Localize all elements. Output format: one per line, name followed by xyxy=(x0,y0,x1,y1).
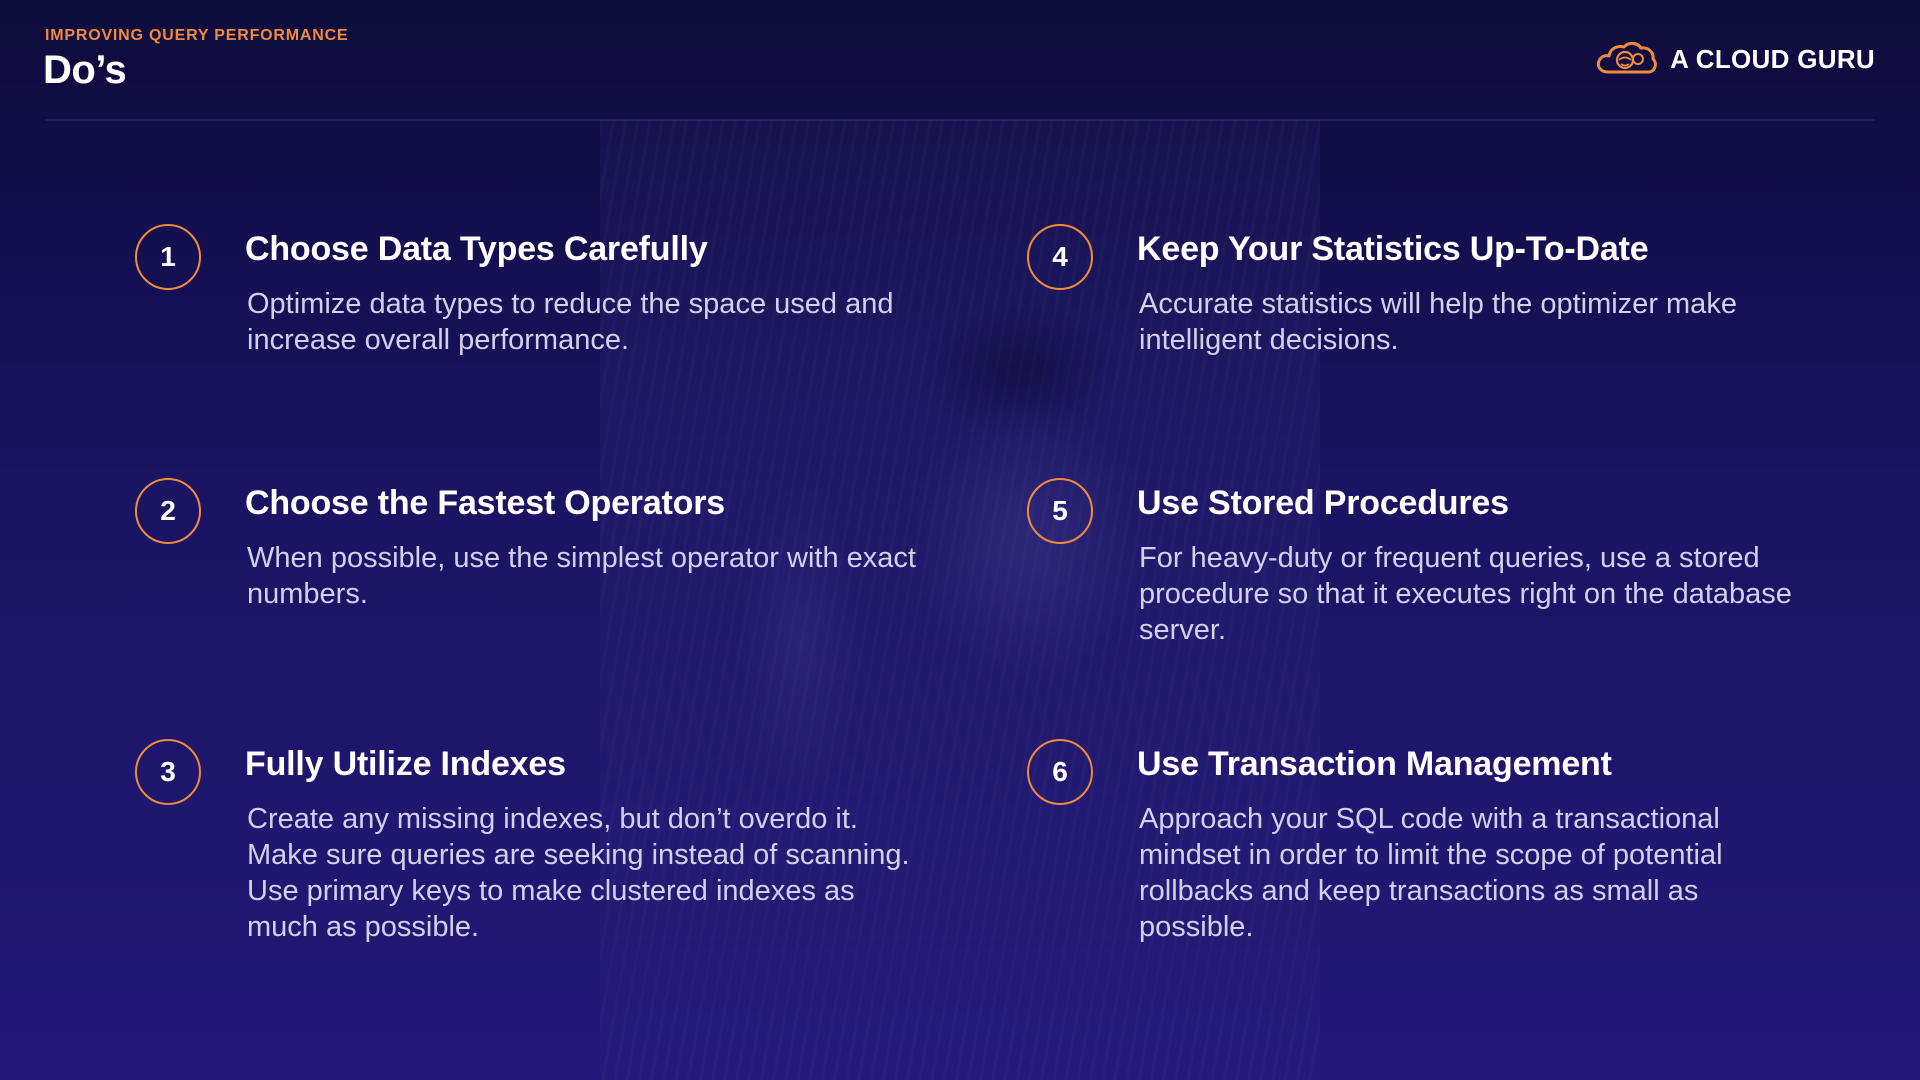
slide: IMPROVING QUERY PERFORMANCE Do’s A CLOUD… xyxy=(0,0,1920,1080)
tip-title: Use Transaction Management xyxy=(1137,745,1612,783)
tip-description: Approach your SQL code with a transactio… xyxy=(1139,803,1723,943)
tip-title: Choose Data Types Carefully xyxy=(245,230,708,268)
page-title: Do’s xyxy=(43,48,127,92)
tip-description: When possible, use the simplest operator… xyxy=(247,542,916,610)
tip-description: Create any missing indexes, but don’t ov… xyxy=(247,803,910,943)
section-eyebrow: IMPROVING QUERY PERFORMANCE xyxy=(45,27,349,44)
tip-number-badge: 4 xyxy=(1027,224,1093,290)
tip-number-badge: 1 xyxy=(135,224,201,290)
tip-description: Optimize data types to reduce the space … xyxy=(247,288,894,356)
tip-title: Choose the Fastest Operators xyxy=(245,484,725,522)
tip-number-badge: 2 xyxy=(135,478,201,544)
tip-number-badge: 3 xyxy=(135,739,201,805)
brand-logo: A CLOUD GURU xyxy=(1594,38,1875,80)
tip-description: Accurate statistics will help the optimi… xyxy=(1139,288,1737,356)
tip-description: For heavy-duty or frequent queries, use … xyxy=(1139,542,1792,646)
tip-title: Keep Your Statistics Up-To-Date xyxy=(1137,230,1649,268)
header-divider xyxy=(45,119,1875,121)
brand-name: A CLOUD GURU xyxy=(1670,43,1875,74)
tip-number-badge: 6 xyxy=(1027,739,1093,805)
cloud-guru-icon xyxy=(1597,41,1657,74)
tip-title: Use Stored Procedures xyxy=(1137,484,1509,522)
tip-number-badge: 5 xyxy=(1027,478,1093,544)
tip-title: Fully Utilize Indexes xyxy=(245,745,566,783)
